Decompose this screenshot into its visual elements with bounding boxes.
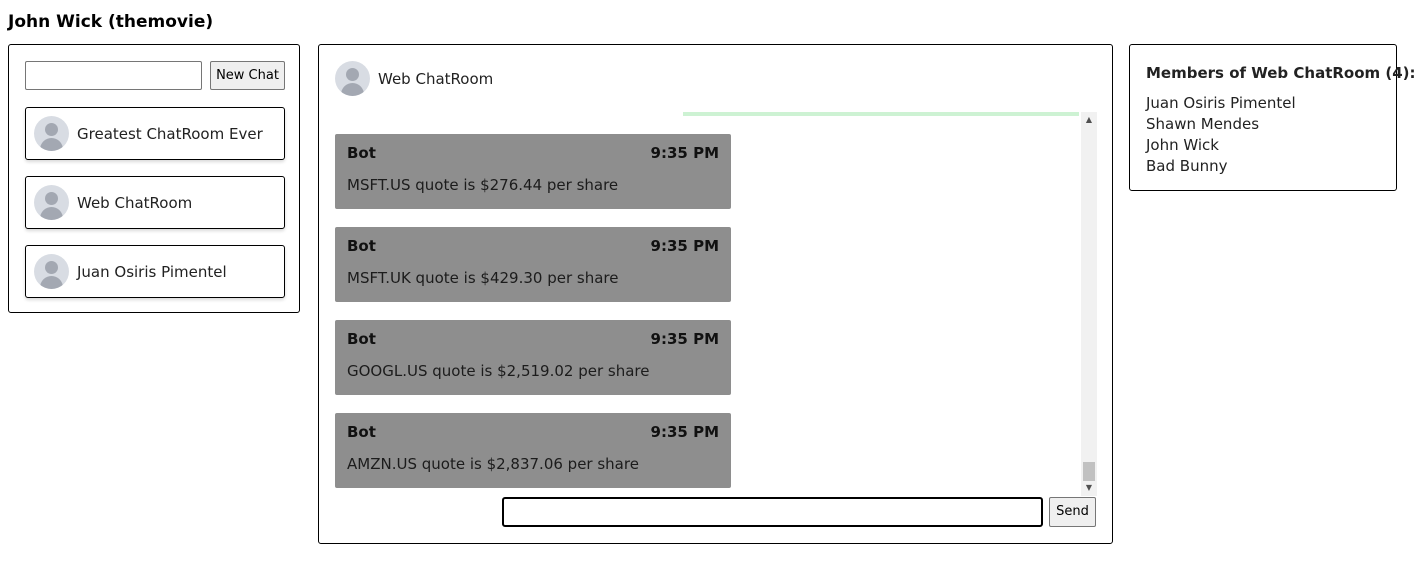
new-chat-input[interactable] (25, 61, 202, 90)
message-time: 9:35 PM (650, 237, 719, 255)
chat-list-panel: New Chat Greatest ChatRoom Ever Web Chat… (8, 44, 300, 313)
scroll-indicator (683, 112, 1079, 116)
new-chat-button[interactable]: New Chat (210, 61, 285, 90)
members-panel: Members of Web ChatRoom (4): Juan Osiris… (1129, 44, 1416, 191)
message-time: 9:35 PM (650, 330, 719, 348)
user-avatar-icon (34, 116, 69, 151)
user-avatar-icon (34, 254, 69, 289)
member-item: Juan Osiris Pimentel (1146, 94, 1296, 112)
user-avatar-icon (335, 61, 370, 96)
chat-title: Web ChatRoom (378, 69, 494, 88)
message-input[interactable] (502, 497, 1043, 527)
member-item: Bad Bunny (1146, 157, 1228, 175)
chat-item-label: Web ChatRoom (77, 193, 193, 212)
chat-panel: Web ChatRoom Bot 9:35 PM MSFT.US quote i… (318, 44, 1113, 544)
message-item: Bot 9:35 PM GOOGL.US quote is $2,519.02 … (335, 320, 731, 395)
chat-header: Web ChatRoom (335, 61, 493, 96)
members-title: Members of Web ChatRoom (4): (1146, 64, 1416, 82)
chat-item-greatest-chatroom-ever[interactable]: Greatest ChatRoom Ever (25, 107, 285, 160)
members-list: Juan Osiris Pimentel Shawn Mendes John W… (1146, 93, 1296, 177)
message-text: MSFT.UK quote is $429.30 per share (347, 269, 619, 287)
scroll-down-arrow-icon[interactable]: ▼ (1081, 481, 1097, 495)
message-scrollbar[interactable]: ▲ ▼ (1081, 112, 1097, 496)
message-text: AMZN.US quote is $2,837.06 per share (347, 455, 639, 473)
message-sender: Bot (347, 144, 376, 162)
send-button[interactable]: Send (1049, 497, 1096, 527)
message-sender: Bot (347, 237, 376, 255)
member-item: John Wick (1146, 136, 1219, 154)
message-list[interactable]: Bot 9:35 PM MSFT.US quote is $276.44 per… (335, 112, 1097, 496)
message-time: 9:35 PM (650, 144, 719, 162)
scroll-up-arrow-icon[interactable]: ▲ (1081, 113, 1097, 127)
page-title: John Wick (themovie) (8, 12, 214, 32)
chat-item-label: Greatest ChatRoom Ever (77, 124, 263, 143)
chat-item-juan-osiris-pimentel[interactable]: Juan Osiris Pimentel (25, 245, 285, 298)
message-time: 9:35 PM (650, 423, 719, 441)
scrollbar-thumb[interactable] (1083, 462, 1095, 481)
chat-item-web-chatroom[interactable]: Web ChatRoom (25, 176, 285, 229)
member-item: Shawn Mendes (1146, 115, 1260, 133)
message-sender: Bot (347, 423, 376, 441)
message-sender: Bot (347, 330, 376, 348)
message-text: MSFT.US quote is $276.44 per share (347, 176, 619, 194)
message-text: GOOGL.US quote is $2,519.02 per share (347, 362, 650, 380)
message-item: Bot 9:35 PM MSFT.US quote is $276.44 per… (335, 134, 731, 209)
chat-item-label: Juan Osiris Pimentel (77, 262, 227, 281)
message-item: Bot 9:35 PM AMZN.US quote is $2,837.06 p… (335, 413, 731, 488)
user-avatar-icon (34, 185, 69, 220)
message-item: Bot 9:35 PM MSFT.UK quote is $429.30 per… (335, 227, 731, 302)
